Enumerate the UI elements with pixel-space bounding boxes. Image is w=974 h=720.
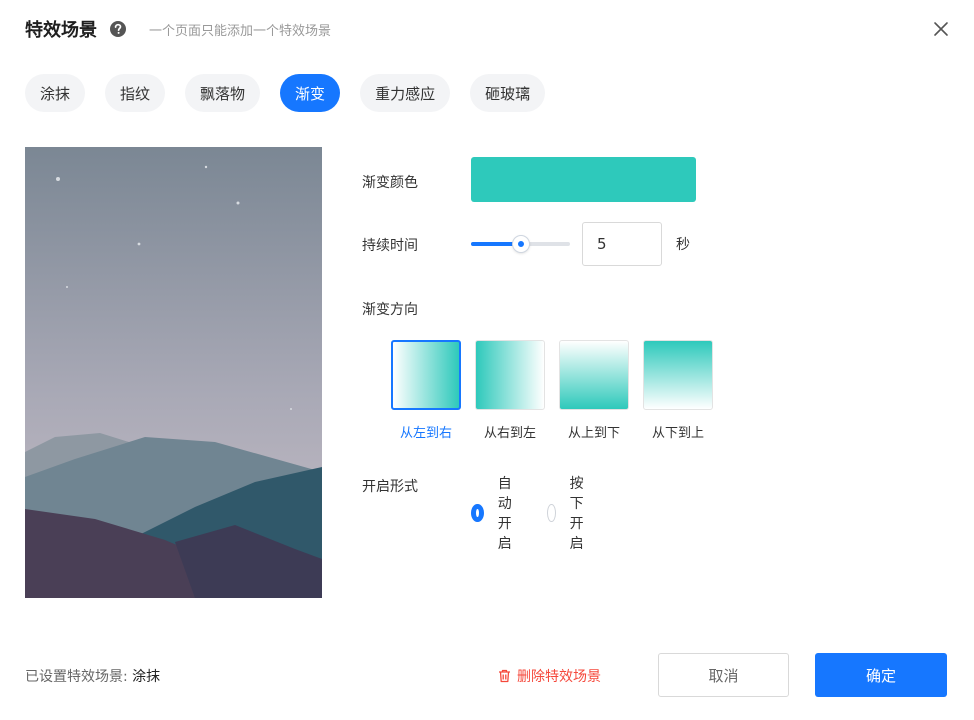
- direction-label-top-to-bottom: 从上到下: [567, 426, 620, 441]
- duration-slider[interactable]: [471, 236, 570, 252]
- direction-label-left-to-right: 从左到右: [399, 426, 452, 441]
- gradient-direction-label: 渐变方向: [362, 302, 418, 318]
- close-icon[interactable]: [930, 18, 952, 40]
- trigger-mode-radio-group: 自动开启 按下开启: [471, 473, 623, 553]
- help-icon[interactable]: [109, 20, 127, 38]
- gradient-color-picker[interactable]: [471, 157, 696, 202]
- direction-left-to-right[interactable]: 从左到右: [391, 340, 461, 441]
- trigger-auto-radio[interactable]: 自动开启: [471, 473, 517, 553]
- duration-input[interactable]: [582, 222, 662, 266]
- direction-preview-left-to-right: [391, 340, 461, 410]
- radio-unchecked-icon: [547, 504, 556, 522]
- trigger-auto-label: 自动开启: [497, 476, 512, 552]
- duration-label: 持续时间: [362, 238, 418, 254]
- tab-fingerprint[interactable]: 指纹: [105, 74, 166, 112]
- delete-effect-button[interactable]: 删除特效场景: [498, 666, 601, 686]
- dialog-subtitle: 一个页面只能添加一个特效场景: [149, 23, 332, 39]
- effect-preview-image: [25, 147, 322, 598]
- gradient-direction-options: 从左到右 从右到左 从上到下 从下到上: [391, 340, 713, 441]
- direction-preview-bottom-to-top: [643, 340, 713, 410]
- direction-label-right-to-left: 从右到左: [483, 426, 536, 441]
- effect-tabs: 涂抹 指纹 飘落物 渐变 重力感应 砸玻璃: [25, 74, 546, 112]
- direction-label-bottom-to-top: 从下到上: [651, 426, 704, 441]
- direction-bottom-to-top[interactable]: 从下到上: [643, 340, 713, 441]
- current-effect-status-value: 涂抹: [132, 669, 161, 685]
- tab-smash-glass[interactable]: 砸玻璃: [470, 74, 546, 112]
- trigger-press-label: 按下开启: [569, 476, 584, 552]
- current-effect-status-label: 已设置特效场景:: [25, 669, 133, 685]
- trigger-press-radio[interactable]: 按下开启: [547, 473, 593, 553]
- direction-top-to-bottom[interactable]: 从上到下: [559, 340, 629, 441]
- delete-effect-label: 删除特效场景: [517, 669, 601, 685]
- cancel-button[interactable]: 取消: [658, 653, 789, 697]
- tab-gradient[interactable]: 渐变: [280, 74, 341, 112]
- confirm-button[interactable]: 确定: [815, 653, 947, 697]
- trash-icon: [499, 669, 510, 683]
- duration-slider-thumb[interactable]: [512, 236, 529, 252]
- trigger-mode-label: 开启形式: [362, 479, 418, 495]
- current-effect-status: 已设置特效场景: 涂抹: [25, 666, 160, 686]
- effect-scene-dialog: 特效场景 一个页面只能添加一个特效场景 涂抹 指纹 飘落物 渐变 重力感应 砸玻…: [0, 0, 974, 720]
- dialog-title: 特效场景: [25, 20, 97, 41]
- radio-checked-icon: [471, 504, 484, 522]
- tab-falling-objects[interactable]: 飘落物: [185, 74, 261, 112]
- direction-right-to-left[interactable]: 从右到左: [475, 340, 545, 441]
- direction-preview-top-to-bottom: [559, 340, 629, 410]
- duration-unit: 秒: [676, 237, 690, 253]
- direction-preview-right-to-left: [475, 340, 545, 410]
- dialog-header: 特效场景 一个页面只能添加一个特效场景: [25, 14, 952, 44]
- tab-gravity-sensing[interactable]: 重力感应: [360, 74, 451, 112]
- gradient-color-label: 渐变颜色: [362, 175, 418, 191]
- tab-smear[interactable]: 涂抹: [25, 74, 86, 112]
